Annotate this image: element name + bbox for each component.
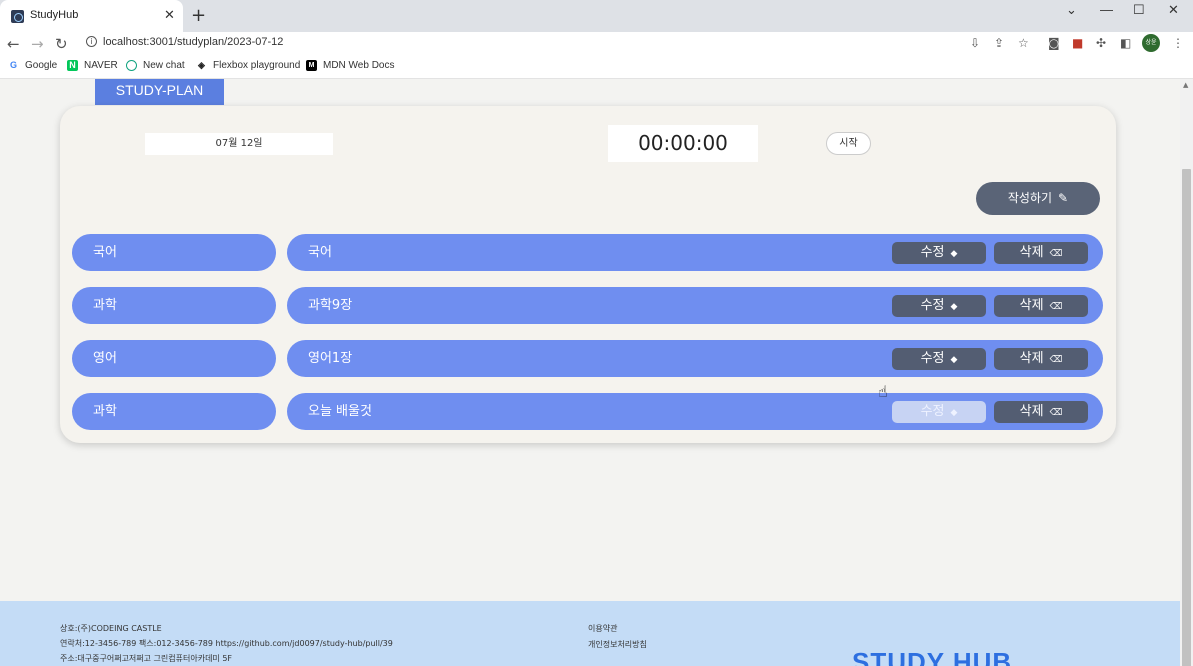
bookmark-naver[interactable]: N NAVER [67,60,118,71]
share-icon[interactable]: ⇪ [994,36,1004,50]
edit-label: 수정 [920,245,945,260]
study-plan-tab[interactable]: STUDY-PLAN [95,79,224,105]
delete-button[interactable]: 삭제 ⌫ [994,348,1088,370]
delete-label: 삭제 [1019,245,1044,260]
delete-label: 삭제 [1019,298,1044,313]
bookmark-star-icon[interactable]: ☆ [1018,36,1029,50]
footer-contact: 연락처:12-3456-789 팩스:012-3456-789 https://… [60,639,393,648]
back-icon[interactable]: ← [7,35,20,53]
browser-toolbar: ← → ↻ i localhost:3001/studyplan/2023-07… [0,32,1193,56]
study-plan-card: 07월 12일 00:00:00 시작 작성하기 ✎ 국어 국어 수정 ◆ 삭제 ⌫ … [60,106,1116,443]
bookmark-new-chat[interactable]: New chat [126,60,185,71]
edit-button[interactable]: 수정 ◆ [892,295,986,317]
delete-label: 삭제 [1019,351,1044,366]
bookmark-label: Google [25,60,58,71]
bookmark-label: New chat [143,60,185,71]
bookmark-label: Flexbox playground [213,60,301,71]
naver-icon: N [67,60,78,71]
address-bar[interactable]: i localhost:3001/studyplan/2023-07-12 [80,33,1040,55]
edit-label: 수정 [920,298,945,313]
backspace-icon: ⌫ [1049,408,1063,418]
subject-pill: 국어 [72,234,276,271]
bookmark-label: MDN Web Docs [323,60,395,71]
scroll-thumb[interactable] [1182,169,1191,666]
plan-content: 국어 [308,245,332,260]
bookmark-label: NAVER [84,60,118,71]
hand-cursor-icon: ☝ [878,382,888,401]
site-info-icon[interactable]: i [86,36,97,47]
backspace-icon: ⌫ [1049,249,1063,259]
eraser-icon: ◆ [950,408,958,418]
sidepanel-icon[interactable]: ◧ [1120,36,1131,50]
eraser-icon: ◆ [950,302,958,312]
browser-tabstrip: StudyHub ✕ + ⌄ — ☐ ✕ [0,0,1193,32]
url-text[interactable]: localhost:3001/studyplan/2023-07-12 [103,36,283,48]
footer: 상호:(주)CODEING CASTLE 연락처:12-3456-789 팩스:… [0,601,1180,666]
chatgpt-icon [126,60,137,71]
tab-close-icon[interactable]: ✕ [164,8,175,24]
plan-row: 오늘 배울것 수정 ◆ 삭제 ⌫ [287,393,1103,430]
menu-icon[interactable]: ⋮ [1172,36,1184,50]
delete-button[interactable]: 삭제 ⌫ [994,242,1088,264]
edit-square-icon: ✎ [1058,191,1069,205]
delete-button[interactable]: 삭제 ⌫ [994,401,1088,423]
codepen-icon: ◈ [198,60,205,70]
backspace-icon: ⌫ [1049,302,1063,312]
tab-title: StudyHub [30,9,79,21]
bookmark-google[interactable]: G Google [8,60,57,71]
forward-icon[interactable]: → [31,35,44,53]
studyhub-favicon-icon [11,10,24,23]
start-button[interactable]: 시작 [826,132,871,155]
edit-button[interactable]: 수정 ◆ [892,242,986,264]
subject-pill: 영어 [72,340,276,377]
tab-search-icon[interactable]: ⌄ [1066,2,1077,18]
extension-icon[interactable]: ■ [1072,36,1083,50]
subject-pill: 과학 [72,287,276,324]
plan-row: 국어 수정 ◆ 삭제 ⌫ [287,234,1103,271]
edit-label: 수정 [920,404,945,419]
install-icon[interactable]: ⇩ [970,36,980,50]
write-button[interactable]: 작성하기 ✎ [976,182,1100,215]
plan-content: 오늘 배울것 [308,404,372,419]
minimize-button[interactable]: — [1100,2,1113,17]
edit-label: 수정 [920,351,945,366]
eraser-icon: ◆ [950,249,958,259]
mdn-icon: M [306,60,317,71]
timer-display: 00:00:00 [608,125,758,162]
footer-address: 주소:대구중구어쩌고저쩌고 그린컴퓨터아카데미 5F [60,654,233,663]
date-label: 07월 12일 [145,133,333,155]
footer-terms-link[interactable]: 이용약관 [588,623,617,634]
puzzle-icon[interactable]: ✣ [1096,36,1106,50]
bookmark-flexbox[interactable]: ◈ Flexbox playground [196,60,300,71]
maximize-button[interactable]: ☐ [1133,2,1145,18]
close-window-button[interactable]: ✕ [1168,2,1179,18]
camera-icon[interactable]: ◙ [1048,36,1060,50]
delete-label: 삭제 [1019,404,1044,419]
scroll-up-icon[interactable]: ▲ [1183,81,1188,89]
google-icon: G [9,60,17,70]
backspace-icon: ⌫ [1049,355,1063,365]
plan-row: 과학9장 수정 ◆ 삭제 ⌫ [287,287,1103,324]
delete-button[interactable]: 삭제 ⌫ [994,295,1088,317]
footer-privacy-link[interactable]: 개인정보처리방침 [588,639,647,650]
plan-row: 영어1장 수정 ◆ 삭제 ⌫ [287,340,1103,377]
footer-company: 상호:(주)CODEING CASTLE [60,624,162,633]
eraser-icon: ◆ [950,355,958,365]
browser-tab[interactable]: StudyHub ✕ [0,0,183,32]
reload-icon[interactable]: ↻ [55,35,68,53]
page-scrollbar[interactable]: ▲ [1180,79,1193,666]
page-content: STUDY-PLAN 07월 12일 00:00:00 시작 작성하기 ✎ 국어 … [0,79,1180,666]
subject-pill: 과학 [72,393,276,430]
bookmark-mdn[interactable]: M MDN Web Docs [306,60,395,71]
edit-button[interactable]: 수정 ◆ [892,401,986,423]
new-tab-button[interactable]: + [191,5,206,26]
write-button-label: 작성하기 [1007,191,1053,205]
profile-avatar[interactable]: 상윤 [1142,34,1160,52]
bookmarks-bar: G Google N NAVER New chat ◈ Flexbox play… [0,56,1193,78]
plan-content: 과학9장 [308,298,353,313]
edit-button[interactable]: 수정 ◆ [892,348,986,370]
footer-logo: STUDY HUB [852,647,1013,666]
plan-content: 영어1장 [308,351,353,366]
